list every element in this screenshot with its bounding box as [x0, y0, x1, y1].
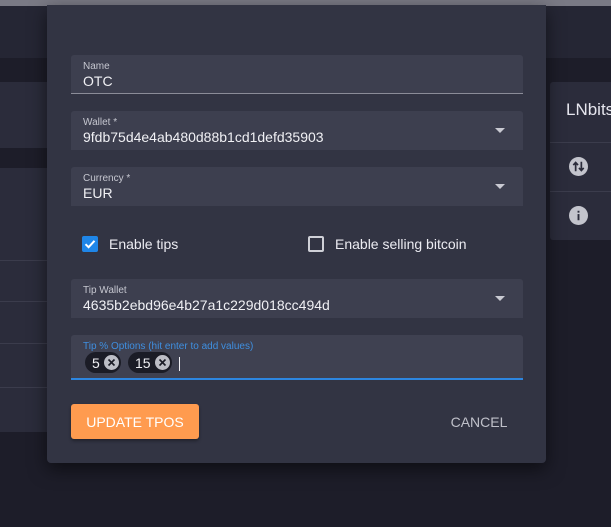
currency-label: Currency *: [83, 173, 131, 184]
underline: [71, 378, 523, 380]
tip-wallet-label: Tip Wallet: [83, 285, 127, 296]
divider: [0, 343, 48, 344]
info-icon[interactable]: [569, 206, 588, 225]
dropdown-arrow-icon[interactable]: [495, 128, 505, 133]
checkbox-unchecked-icon[interactable]: [308, 236, 324, 252]
name-value[interactable]: OTC: [83, 73, 113, 89]
divider: [0, 301, 48, 302]
tip-options-input[interactable]: Tip % Options (hit enter to add values) …: [71, 335, 523, 380]
divider: [550, 142, 611, 143]
divider: [550, 191, 611, 192]
tip-chip[interactable]: 15: [128, 352, 172, 373]
name-label: Name: [83, 61, 110, 72]
background-right-card: LNbits: [550, 82, 611, 240]
card-title: LNbits: [566, 100, 611, 119]
chip-label: 5: [92, 354, 100, 371]
tip-chip[interactable]: 5: [85, 352, 121, 373]
tip-wallet-value: 4635b2ebd96e4b27a1c229d018cc494d: [83, 297, 330, 313]
cancel-button[interactable]: CANCEL: [440, 404, 518, 439]
wallet-value: 9fdb75d4e4ab480d88b1cd1defd35903: [83, 129, 324, 145]
wallet-label: Wallet *: [83, 117, 118, 128]
enable-selling-checkbox[interactable]: Enable selling bitcoin: [308, 234, 467, 254]
wallet-select[interactable]: Wallet * 9fdb75d4e4ab480d88b1cd1defd3590…: [71, 111, 523, 150]
close-icon: [158, 358, 166, 367]
update-tpos-dialog: Name OTC Wallet * 9fdb75d4e4ab480d88b1cd…: [47, 5, 546, 463]
swap-vertical-icon[interactable]: [569, 157, 588, 176]
currency-value: EUR: [83, 185, 113, 201]
divider: [0, 260, 48, 261]
enable-selling-label: Enable selling bitcoin: [335, 236, 467, 252]
check-icon: [84, 240, 96, 249]
name-field[interactable]: Name OTC: [71, 55, 523, 94]
tip-options-label: Tip % Options (hit enter to add values): [83, 341, 254, 352]
update-tpos-button[interactable]: UPDATE TPOS: [71, 404, 199, 439]
close-icon: [107, 358, 115, 367]
chip-remove-icon[interactable]: [103, 355, 119, 370]
enable-tips-checkbox[interactable]: Enable tips: [82, 234, 178, 254]
text-cursor: [179, 357, 180, 371]
enable-tips-label: Enable tips: [109, 236, 179, 252]
background-left-list: [0, 168, 48, 432]
divider: [0, 387, 48, 388]
underline: [71, 93, 523, 94]
dropdown-arrow-icon[interactable]: [495, 296, 505, 301]
chip-label: 15: [135, 354, 151, 371]
currency-select[interactable]: Currency * EUR: [71, 167, 523, 206]
background-left-card: [0, 82, 48, 148]
tip-wallet-select[interactable]: Tip Wallet 4635b2ebd96e4b27a1c229d018cc4…: [71, 279, 523, 318]
checkbox-checked-icon[interactable]: [82, 236, 98, 252]
dropdown-arrow-icon[interactable]: [495, 184, 505, 189]
chip-remove-icon[interactable]: [154, 355, 170, 370]
